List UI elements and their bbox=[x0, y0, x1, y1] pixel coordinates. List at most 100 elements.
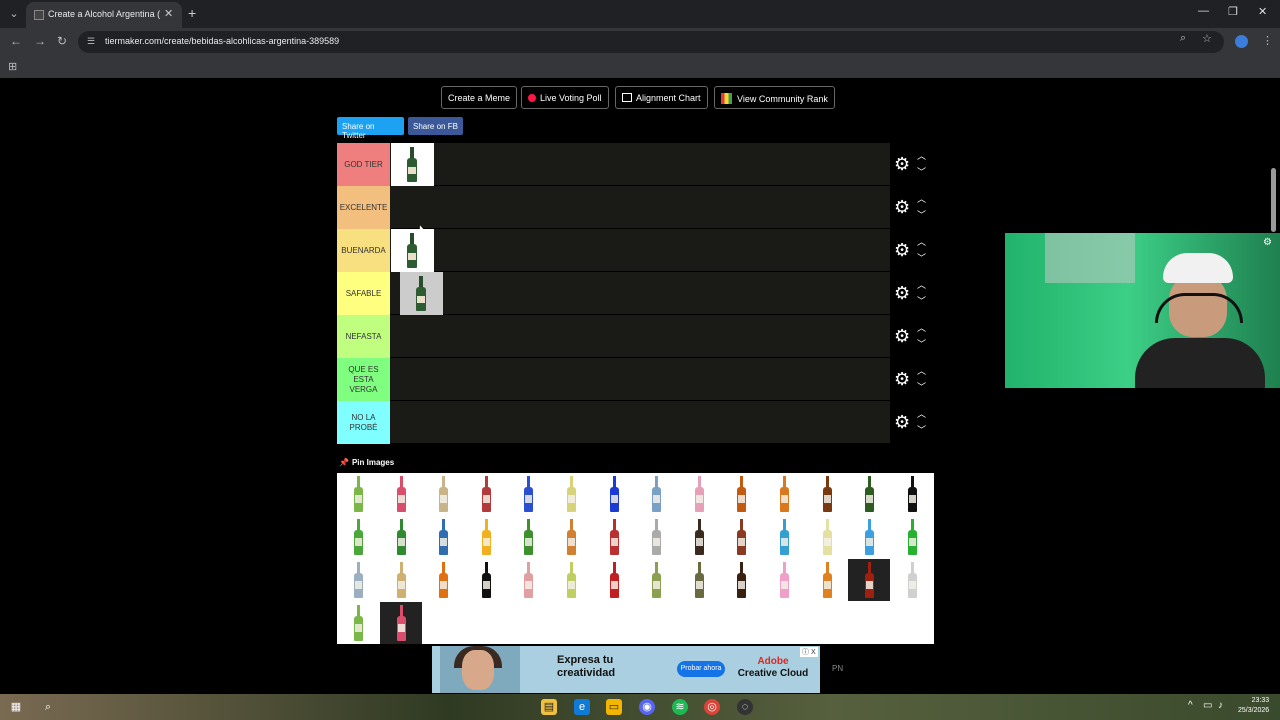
chevron-down-icon[interactable]: ﹀ bbox=[917, 294, 926, 307]
pool-item[interactable] bbox=[678, 516, 720, 558]
pool-item[interactable] bbox=[380, 559, 422, 601]
gear-icon[interactable]: ⚙ bbox=[894, 283, 910, 304]
folder-icon[interactable]: ▭ bbox=[606, 699, 622, 715]
pool-item[interactable] bbox=[848, 516, 890, 558]
pool-item[interactable] bbox=[465, 473, 507, 515]
pool-item[interactable] bbox=[891, 473, 933, 515]
pool-item[interactable] bbox=[678, 473, 720, 515]
kebab-icon[interactable]: ⋮ bbox=[1262, 34, 1273, 47]
pool-item[interactable] bbox=[465, 516, 507, 558]
close-icon[interactable]: ✕ bbox=[164, 7, 173, 20]
pool-item[interactable] bbox=[720, 473, 762, 515]
chevron-down-icon[interactable]: ﹀ bbox=[917, 208, 926, 221]
community-rank-button[interactable]: View Community Rank bbox=[714, 86, 835, 109]
tier-item-bottle[interactable] bbox=[391, 229, 434, 272]
pool-item[interactable] bbox=[806, 516, 848, 558]
pin-images-toggle[interactable]: 📌 Pin Images bbox=[339, 458, 394, 467]
pool-item[interactable] bbox=[593, 559, 635, 601]
taskbar-clock[interactable]: 23:33 25/3/2026 bbox=[1238, 696, 1269, 716]
share-twitter-button[interactable]: Share on Twitter bbox=[337, 117, 404, 140]
pool-item[interactable] bbox=[507, 516, 549, 558]
adobe-ad-banner[interactable]: Expresa tu creatividad Probar ahora Adob… bbox=[432, 646, 820, 693]
restore-icon[interactable]: ❐ bbox=[1228, 5, 1238, 18]
zoom-icon[interactable]: ⌕ bbox=[1180, 32, 1186, 45]
pool-item[interactable] bbox=[763, 473, 805, 515]
chevron-down-icon[interactable]: ﹀ bbox=[917, 337, 926, 350]
chevron-up-icon[interactable]: ︿ bbox=[917, 407, 926, 420]
browser-tab[interactable]: Create a Alcohol Argentina (Es ✕ bbox=[26, 2, 182, 28]
chevron-down-icon[interactable]: ﹀ bbox=[917, 380, 926, 393]
profile-avatar[interactable] bbox=[1235, 35, 1248, 48]
pool-item[interactable] bbox=[635, 559, 677, 601]
tier-item-bottle[interactable] bbox=[400, 272, 443, 315]
pool-item[interactable] bbox=[806, 559, 848, 601]
pool-item[interactable] bbox=[507, 473, 549, 515]
tier-label[interactable]: BUENARDA bbox=[337, 229, 390, 272]
start-menu-icon[interactable]: ▦ bbox=[8, 699, 24, 715]
pool-item[interactable] bbox=[720, 516, 762, 558]
tier-item-bottle[interactable] bbox=[391, 143, 434, 186]
gear-icon[interactable]: ⚙ bbox=[894, 412, 910, 433]
gear-icon[interactable]: ⚙ bbox=[894, 197, 910, 218]
tray-chevron-icon[interactable]: ^ bbox=[1188, 700, 1193, 711]
gear-icon[interactable]: ⚙ bbox=[894, 240, 910, 261]
pool-item[interactable] bbox=[337, 516, 379, 558]
network-icon[interactable]: ▭ bbox=[1203, 700, 1212, 711]
tier-label[interactable]: EXCELENTE bbox=[337, 186, 390, 229]
pool-item[interactable] bbox=[763, 559, 805, 601]
chevron-down-icon[interactable]: ﹀ bbox=[917, 251, 926, 264]
gear-icon[interactable]: ⚙ bbox=[894, 326, 910, 347]
gear-icon[interactable]: ⚙ bbox=[894, 154, 910, 175]
tier-label[interactable]: GOD TIER bbox=[337, 143, 390, 186]
pool-item[interactable] bbox=[593, 473, 635, 515]
plus-icon[interactable]: + bbox=[188, 5, 196, 21]
chrome-icon[interactable]: ◎ bbox=[704, 699, 720, 715]
spotify-icon[interactable]: ≋ bbox=[672, 699, 688, 715]
volume-icon[interactable]: ♪ bbox=[1218, 700, 1223, 711]
pool-item[interactable] bbox=[550, 516, 592, 558]
tier-label[interactable]: NO LA PROBÉ bbox=[337, 401, 390, 444]
pool-item[interactable] bbox=[422, 516, 464, 558]
pool-item[interactable] bbox=[337, 473, 379, 515]
pool-item[interactable] bbox=[635, 516, 677, 558]
pool-item[interactable] bbox=[379, 602, 422, 644]
pool-item[interactable] bbox=[848, 473, 890, 515]
window-close-icon[interactable]: ✕ bbox=[1258, 5, 1267, 18]
chevron-up-icon[interactable]: ︿ bbox=[917, 278, 926, 291]
pool-item[interactable] bbox=[720, 559, 762, 601]
page-scrollbar[interactable] bbox=[1271, 168, 1276, 232]
chevron-up-icon[interactable]: ︿ bbox=[917, 149, 926, 162]
pool-item[interactable] bbox=[763, 516, 805, 558]
ad-cta-button[interactable]: Probar ahora bbox=[677, 661, 725, 677]
pool-item[interactable] bbox=[465, 559, 507, 601]
tier-label[interactable]: NEFASTA bbox=[337, 315, 390, 358]
pool-item[interactable] bbox=[337, 559, 379, 601]
file-manager-icon[interactable]: ▤ bbox=[541, 699, 557, 715]
tier-label[interactable]: SAFABLE bbox=[337, 272, 390, 315]
discord-icon[interactable]: ◉ bbox=[639, 699, 655, 715]
back-icon[interactable]: ← bbox=[10, 34, 22, 48]
pool-item[interactable] bbox=[507, 559, 549, 601]
minimize-icon[interactable]: — bbox=[1198, 5, 1209, 17]
pool-item[interactable] bbox=[380, 473, 422, 515]
pool-item[interactable] bbox=[593, 516, 635, 558]
tab-menu-icon[interactable]: ⌄ bbox=[6, 6, 22, 22]
search-icon[interactable]: ⌕ bbox=[40, 699, 56, 715]
ad-close-button[interactable]: ⓘ X bbox=[800, 647, 818, 657]
url-text[interactable]: tiermaker.com/create/bebidas-alcohlicas-… bbox=[105, 36, 339, 46]
share-facebook-button[interactable]: Share on FB bbox=[408, 117, 463, 135]
chevron-up-icon[interactable]: ︿ bbox=[917, 192, 926, 205]
pool-item[interactable] bbox=[891, 559, 933, 601]
tier-label[interactable]: QUE ES ESTA VERGA bbox=[337, 358, 390, 401]
apps-icon[interactable]: ⊞ bbox=[8, 60, 17, 73]
overlay-settings-icon[interactable]: ⚙ bbox=[1263, 237, 1272, 248]
pool-item[interactable] bbox=[422, 559, 464, 601]
star-icon[interactable]: ☆ bbox=[1202, 32, 1212, 45]
pool-item[interactable] bbox=[337, 602, 379, 644]
chevron-up-icon[interactable]: ︿ bbox=[917, 364, 926, 377]
pool-item[interactable] bbox=[635, 473, 677, 515]
alignment-chart-button[interactable]: Alignment Chart bbox=[615, 86, 708, 109]
obs-icon[interactable]: ◌ bbox=[737, 699, 753, 715]
pool-item[interactable] bbox=[848, 559, 891, 601]
live-voting-button[interactable]: Live Voting Poll bbox=[521, 86, 609, 109]
